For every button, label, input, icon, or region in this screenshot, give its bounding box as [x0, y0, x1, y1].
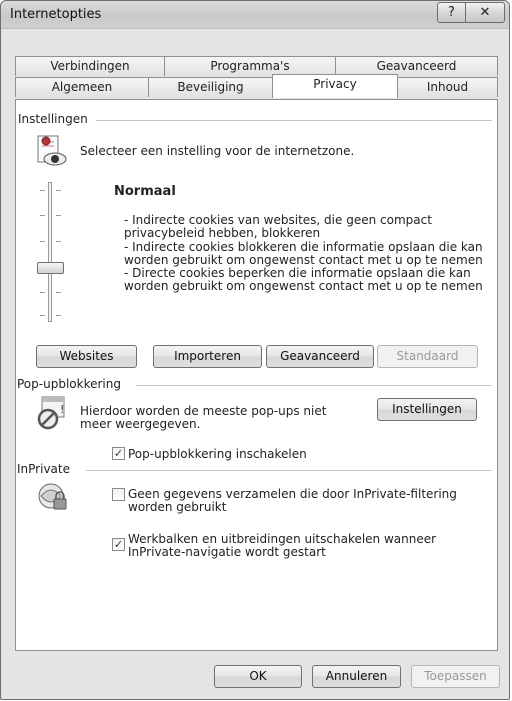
inprivate-group-label: InPrivate — [17, 462, 74, 476]
privacy-level-desc-line: worden gebruikt om ongewenst contact met… — [124, 253, 483, 267]
privacy-level-slider-track[interactable] — [48, 182, 52, 322]
privacy-tab-panel: Instellingen Selecteer een instelling vo… — [15, 99, 498, 651]
popup-group-label: Pop-upblokkering — [17, 377, 125, 391]
slider-tick — [40, 215, 45, 216]
popup-blocker-icon: ! — [34, 395, 70, 431]
inprivate-icon — [36, 481, 70, 515]
settings-group-label: Instellingen — [18, 112, 92, 126]
popup-description-line: meer weergegeven. — [80, 417, 201, 431]
import-button[interactable]: Importeren — [153, 345, 262, 368]
title-bar[interactable]: Internetopties ? ✕ — [1, 1, 509, 29]
popup-enable-checkbox[interactable]: ✓ — [112, 447, 125, 460]
divider — [86, 470, 492, 471]
tab-label: Inhoud — [426, 80, 469, 94]
slider-tick — [40, 315, 45, 316]
tab-label: Programma's — [210, 59, 290, 73]
slider-tick — [56, 215, 61, 216]
slider-tick — [40, 190, 45, 191]
tab-label: Algemeen — [51, 80, 113, 94]
tab-verbindingen[interactable]: Verbindingen — [15, 56, 165, 76]
zone-settings-icon — [34, 134, 72, 168]
default-button[interactable]: Standaard — [377, 345, 478, 368]
tab-label: Verbindingen — [50, 59, 130, 73]
cancel-button[interactable]: Annuleren — [312, 665, 401, 688]
inprivate-filtering-checkbox[interactable] — [112, 488, 125, 501]
tab-inhoud[interactable]: Inhoud — [397, 77, 498, 97]
window-title: Internetopties — [10, 7, 102, 22]
tab-algemeen[interactable]: Algemeen — [15, 77, 149, 97]
settings-instruction: Selecteer een instelling voor de interne… — [80, 144, 355, 158]
slider-tick — [56, 190, 61, 191]
help-icon: ? — [448, 5, 455, 20]
privacy-level-desc-line: - Indirecte cookies van websites, die ge… — [124, 213, 432, 227]
close-icon: ✕ — [479, 5, 491, 20]
inprivate-filtering-label: worden gebruikt — [128, 500, 227, 514]
divider — [96, 120, 492, 121]
inprivate-filtering-label: Geen gegevens verzamelen die door InPriv… — [128, 487, 457, 501]
internet-options-dialog: Internetopties ? ✕ Verbindingen Programm… — [0, 0, 510, 700]
popup-description-line: Hierdoor worden de meeste pop-ups niet — [80, 404, 327, 418]
tab-label: Beveiliging — [177, 80, 244, 94]
divider — [136, 385, 492, 386]
tab-geavanceerd[interactable]: Geavanceerd — [335, 56, 498, 76]
disable-toolbars-label: InPrivate-navigatie wordt gestart — [128, 545, 326, 559]
slider-tick — [40, 292, 45, 293]
tab-beveiliging[interactable]: Beveiliging — [148, 77, 273, 97]
tab-label: Privacy — [313, 77, 357, 91]
tab-privacy[interactable]: Privacy — [272, 74, 398, 98]
privacy-level-title: Normaal — [114, 184, 176, 199]
slider-tick — [40, 241, 45, 242]
tab-programmas[interactable]: Programma's — [164, 56, 336, 76]
apply-button[interactable]: Toepassen — [411, 665, 500, 688]
privacy-level-desc-line: - Directe cookies beperken die informati… — [124, 266, 471, 280]
tab-label: Geavanceerd — [376, 59, 457, 73]
close-button[interactable]: ✕ — [465, 2, 505, 23]
privacy-level-slider-thumb[interactable] — [37, 262, 64, 274]
privacy-level-desc-line: - Indirecte cookies blokkeren die inform… — [124, 240, 483, 254]
popup-settings-button[interactable]: Instellingen — [377, 398, 477, 421]
disable-toolbars-checkbox[interactable]: ✓ — [112, 538, 125, 551]
ok-button[interactable]: OK — [214, 665, 302, 688]
svg-text:!: ! — [60, 403, 64, 416]
websites-button[interactable]: Websites — [36, 345, 137, 368]
privacy-level-desc-line: worden gebruikt om ongewenst contact met… — [124, 279, 483, 293]
popup-enable-label: Pop-upblokkering inschakelen — [128, 447, 307, 461]
disable-toolbars-label: Werkbalken en uitbreidingen uitschakelen… — [128, 532, 437, 546]
advanced-button[interactable]: Geavanceerd — [266, 345, 374, 368]
slider-tick — [56, 241, 61, 242]
slider-tick — [56, 292, 61, 293]
slider-tick — [56, 315, 61, 316]
privacy-level-desc-line: privacybeleid hebben, blokkeren — [124, 226, 321, 240]
help-button[interactable]: ? — [437, 2, 466, 23]
